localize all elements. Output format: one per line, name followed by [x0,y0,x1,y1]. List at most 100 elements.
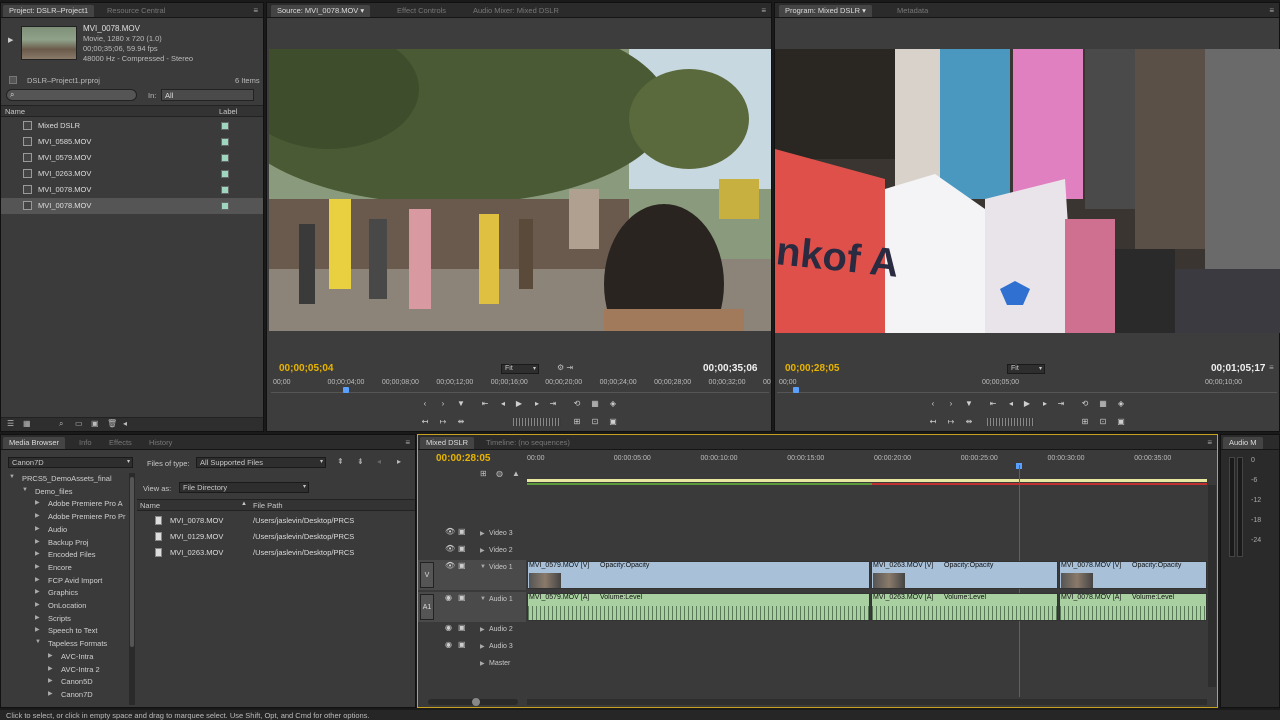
safe-margins-icon[interactable]: ▦ [589,398,601,410]
label-swatch[interactable] [221,170,229,178]
track-header-master[interactable]: ▶ Master [418,656,526,672]
project-item[interactable]: MVI_0585.MOV [1,134,263,150]
step-back-icon[interactable]: ◂ [1005,398,1017,410]
source-current-timecode[interactable]: 00;00;05;04 [279,363,333,374]
new-item-icon[interactable]: ▣ [91,419,99,428]
tab-source[interactable]: Source: MVI_0078.MOV ▾ [271,5,371,17]
label-swatch[interactable] [221,202,229,210]
lock-icon[interactable]: ▣ [458,544,466,553]
tree-folder[interactable]: ▶ Speech to Text [1,625,129,637]
track-header-audio2[interactable]: ◉ ▣ ▶ Audio 2 [418,622,526,638]
audio-clip[interactable]: MVI_0078.MOV [A] Volume:Level [1059,593,1207,621]
disclosure-closed-icon[interactable]: ▶ [48,690,53,697]
tree-folder[interactable]: ▶ FCP Avid Import [1,575,129,587]
audio-target-box[interactable]: A1 [420,594,434,620]
tab-effect-controls[interactable]: Effect Controls [391,5,452,17]
play-icon[interactable]: ▶ [513,398,525,410]
panel-menu-icon[interactable]: ≡ [405,438,410,447]
tree-scroll-thumb[interactable] [130,477,134,647]
step-forward-icon[interactable]: ▸ [1039,398,1051,410]
shuttle-icon[interactable]: ↦ [945,416,957,428]
output-icon[interactable]: ◈ [607,398,619,410]
source-fit-select[interactable]: Fit ▾ [501,364,539,374]
tree-folder[interactable]: ▼ Demo_files [1,486,129,498]
play-in-to-out-icon[interactable]: ↤ [927,416,939,428]
delete-icon[interactable]: 🗑 [107,419,117,428]
settings-icon[interactable]: ⚙ ⇥ [557,363,573,372]
track-expand-icon[interactable]: ▶ [480,643,485,650]
jog-icon[interactable]: ⇹ [963,416,975,428]
eye-icon[interactable]: 👁 [445,544,455,553]
project-item[interactable]: MVI_0078.MOV [1,182,263,198]
list-view-icon[interactable]: ☰ [7,419,14,428]
lift-icon[interactable]: ⊞ [1079,416,1091,428]
disclosure-closed-icon[interactable]: ▶ [35,499,40,506]
track-expand-icon[interactable]: ▶ [480,660,485,667]
step-back-icon[interactable]: ◂ [497,398,509,410]
disclosure-closed-icon[interactable]: ▶ [48,665,53,672]
navigate-up-icon[interactable]: ⇞ [337,457,344,466]
tree-folder[interactable]: ▶ Encore [1,562,129,574]
tree-folder[interactable]: ▶ OnLocation [1,600,129,612]
timeline-ruler[interactable]: 00:00 00:00:05:00 00:00:10:00 00:00:15:00 00… [527,455,1225,485]
tree-folder[interactable]: ▶ Canon7D [1,689,129,701]
set-marker-icon[interactable]: ▼ [455,398,467,410]
disclosure-closed-icon[interactable]: ▶ [35,576,40,583]
panel-menu-icon[interactable]: ≡ [761,6,766,15]
video-target-box[interactable]: V [420,562,434,588]
tree-folder[interactable]: ▼ Tapeless Formats [1,638,129,650]
play-icon[interactable]: ▶ [1021,398,1033,410]
in-select[interactable]: All [161,89,254,101]
view-as-select[interactable]: File Directory ▾ [179,482,309,493]
mark-in-icon[interactable]: ‹ [927,398,939,410]
project-item[interactable]: Mixed DSLR [1,118,263,134]
back-icon[interactable]: ◂ [377,457,381,466]
jog-slider[interactable] [987,418,1035,426]
lock-icon[interactable]: ▣ [458,561,466,570]
track-header-audio1[interactable]: ◉ ▣ ▼ Audio 1 [418,592,526,622]
track-header-video3[interactable]: 👁 ▣ ▶ Video 3 [418,526,526,542]
video-clip[interactable]: MVI_0263.MOV [V] Opacity:Opacity [871,561,1058,589]
jog-slider[interactable] [513,418,561,426]
track-header-video1[interactable]: 👁 ▣ ▼ Video 1 [418,560,526,590]
go-to-out-icon[interactable]: ⇥ [547,398,559,410]
tree-folder[interactable]: ▶ Scripts [1,613,129,625]
disclosure-open-icon[interactable]: ▼ [22,487,28,493]
loop-icon[interactable]: ⟲ [571,398,583,410]
lock-icon[interactable]: ▣ [458,527,466,536]
panel-menu-icon[interactable]: ≡ [253,6,258,15]
lock-icon[interactable]: ▣ [458,640,466,649]
disclosure-closed-icon[interactable]: ▶ [35,525,40,532]
source-video-frame[interactable] [269,49,771,331]
tab-media-browser[interactable]: Media Browser [3,437,66,449]
tree-folder[interactable]: ▼ PRCS5_DemoAssets_final [1,473,129,485]
panel-menu-icon[interactable]: ≡ [1269,6,1274,15]
track-header-audio3[interactable]: ◉ ▣ ▶ Audio 3 [418,639,526,655]
tab-project[interactable]: Project: DSLR–Project1 [3,5,95,17]
track-expand-icon[interactable]: ▼ [480,564,486,570]
tree-folder[interactable]: ▶ AVC-Intra [1,651,129,663]
track-expand-icon[interactable]: ▶ [480,626,485,633]
disclosure-closed-icon[interactable]: ▶ [35,626,40,633]
tab-mixed-dslr[interactable]: Mixed DSLR [420,437,475,449]
snap-icon[interactable]: ⊞ [480,469,487,478]
new-bin-icon[interactable]: ▭ [75,419,83,428]
set-marker-icon[interactable]: ▲ [512,469,520,478]
shuttle-icon[interactable]: ↦ [437,416,449,428]
disclosure-closed-icon[interactable]: ▶ [35,563,40,570]
tab-metadata[interactable]: Metadata [891,5,934,17]
play-in-to-out-icon[interactable]: ↤ [419,416,431,428]
source-timeruler[interactable]: 00;00 00;00;04;00 00;00;08;00 00;00;12;00 00… [271,379,771,393]
mark-in-icon[interactable]: ‹ [419,398,431,410]
label-swatch[interactable] [221,122,229,130]
program-playhead[interactable] [793,387,799,393]
play-thumbnail-icon[interactable]: ▶ [8,36,13,44]
disclosure-closed-icon[interactable]: ▶ [35,538,40,545]
disclosure-closed-icon[interactable]: ▶ [35,601,40,608]
drive-select[interactable]: Canon7D ▾ [8,457,133,468]
insert-icon[interactable]: ⊞ [571,416,583,428]
disclosure-closed-icon[interactable]: ▶ [35,512,40,519]
project-item[interactable]: MVI_0263.MOV [1,166,263,182]
audio-clip[interactable]: MVI_0263.MOV [A] Volume:Level [871,593,1058,621]
tree-folder[interactable]: ▶ Encoded Files [1,549,129,561]
